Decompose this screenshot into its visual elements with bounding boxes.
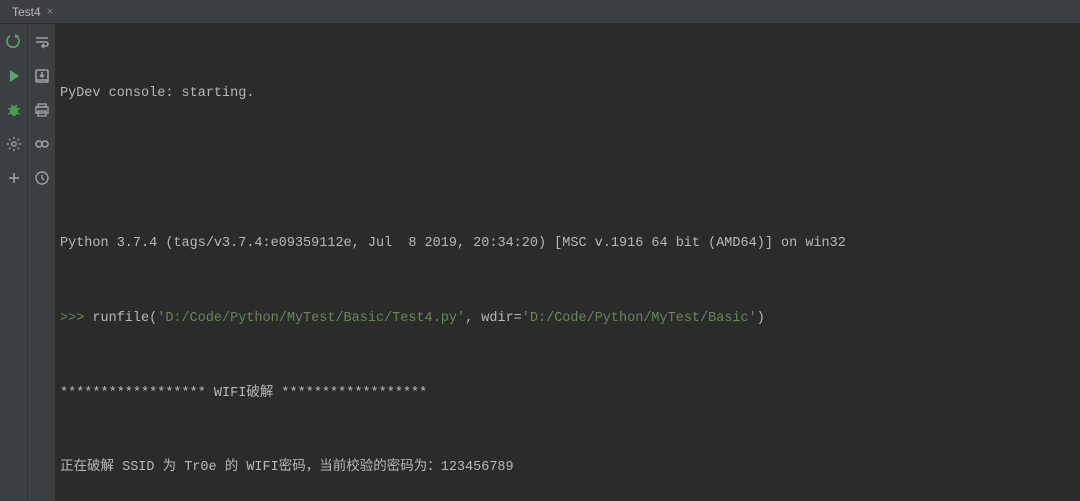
runfile-call: runfile(: [92, 311, 157, 326]
show-vars-icon[interactable]: [34, 136, 50, 152]
print-icon[interactable]: [34, 102, 50, 118]
runfile-close: ): [757, 311, 765, 326]
runfile-wdir: 'D:/Code/Python/MyTest/Basic': [522, 311, 757, 326]
soft-wrap-icon[interactable]: [34, 34, 50, 50]
settings-icon[interactable]: [6, 136, 22, 152]
console-toolbar: [28, 24, 56, 501]
close-icon[interactable]: ×: [47, 6, 53, 18]
runfile-path: 'D:/Code/Python/MyTest/Basic/Test4.py': [157, 311, 465, 326]
console-line: [60, 157, 1072, 182]
run-icon[interactable]: [6, 68, 22, 84]
left-action-gutter: [0, 24, 28, 501]
tab-bar: Test4 ×: [0, 0, 1080, 24]
debug-icon[interactable]: [6, 102, 22, 118]
tab-test4[interactable]: Test4 ×: [8, 5, 57, 19]
main-row: PyDev console: starting. Python 3.7.4 (t…: [0, 24, 1080, 501]
rerun-icon[interactable]: [6, 34, 22, 50]
console-line: Python 3.7.4 (tags/v3.7.4:e09359112e, Ju…: [60, 232, 1072, 257]
console-line: >>> runfile('D:/Code/Python/MyTest/Basic…: [60, 307, 1072, 332]
tab-label: Test4: [12, 5, 41, 19]
console-line: PyDev console: starting.: [60, 82, 1072, 107]
add-icon[interactable]: [6, 170, 22, 186]
runfile-sep: , wdir=: [465, 311, 522, 326]
console-line: ****************** WIFI破解 **************…: [60, 382, 1072, 407]
console-line: 正在破解 SSID 为 Tr0e 的 WIFI密码，当前校验的密码为：12345…: [60, 456, 1072, 481]
prompt: >>>: [60, 311, 92, 326]
console-output[interactable]: PyDev console: starting. Python 3.7.4 (t…: [56, 24, 1080, 501]
scroll-to-end-icon[interactable]: [34, 68, 50, 84]
history-icon[interactable]: [34, 170, 50, 186]
